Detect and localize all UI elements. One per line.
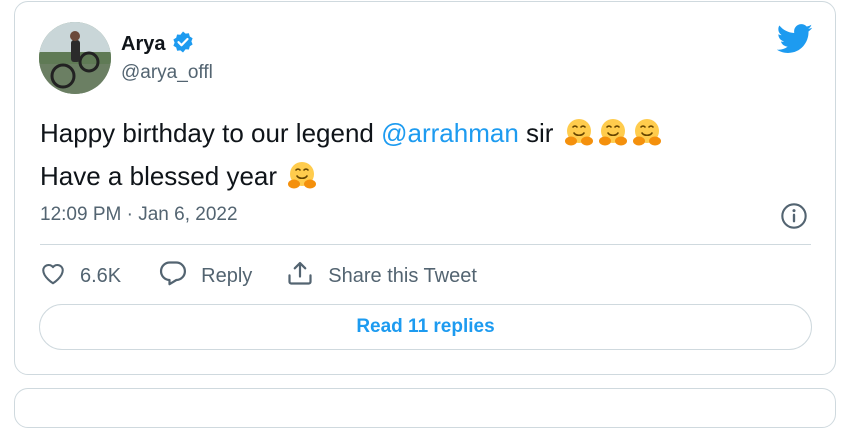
like-count: 6.6K <box>80 264 122 287</box>
tweet-text-line2: Have a blessed year <box>40 161 278 191</box>
action-bar: 6.6K Reply Share this Tweet <box>40 260 477 292</box>
tweet-text: Happy birthday to our legend @arrahman s… <box>40 115 800 201</box>
next-tweet-card <box>14 388 836 428</box>
reply-button[interactable]: Reply <box>159 260 252 292</box>
share-button[interactable]: Share this Tweet <box>286 260 477 292</box>
hugging-face-emoji <box>631 116 663 158</box>
reply-icon <box>159 260 187 292</box>
avatar[interactable] <box>39 22 111 94</box>
info-icon[interactable] <box>780 202 808 235</box>
heart-icon <box>40 261 66 291</box>
divider <box>40 244 811 245</box>
tweet-text-part1: Happy birthday to our legend <box>40 118 382 148</box>
verified-badge-icon <box>171 30 195 59</box>
reply-label: Reply <box>201 264 253 287</box>
hugging-face-emoji <box>286 159 318 201</box>
tweet-timestamp[interactable]: 12:09 PM · Jan 6, 2022 <box>40 204 238 226</box>
author-name[interactable]: Arya <box>121 33 165 56</box>
hugging-face-emoji <box>597 116 629 158</box>
tweet-text-part2: sir <box>518 118 554 148</box>
like-button[interactable]: 6.6K <box>40 261 121 291</box>
hugging-face-emoji <box>563 116 595 158</box>
mention-link[interactable]: @arrahman <box>381 118 519 148</box>
share-icon <box>286 260 314 292</box>
read-replies-button[interactable]: Read 11 replies <box>39 304 812 350</box>
tweet-card: Arya @arya_offl Happy birthday to our le… <box>14 1 836 375</box>
author-handle[interactable]: @arya_offl <box>121 62 213 84</box>
share-label: Share this Tweet <box>328 264 477 287</box>
twitter-bird-icon[interactable] <box>776 24 813 59</box>
